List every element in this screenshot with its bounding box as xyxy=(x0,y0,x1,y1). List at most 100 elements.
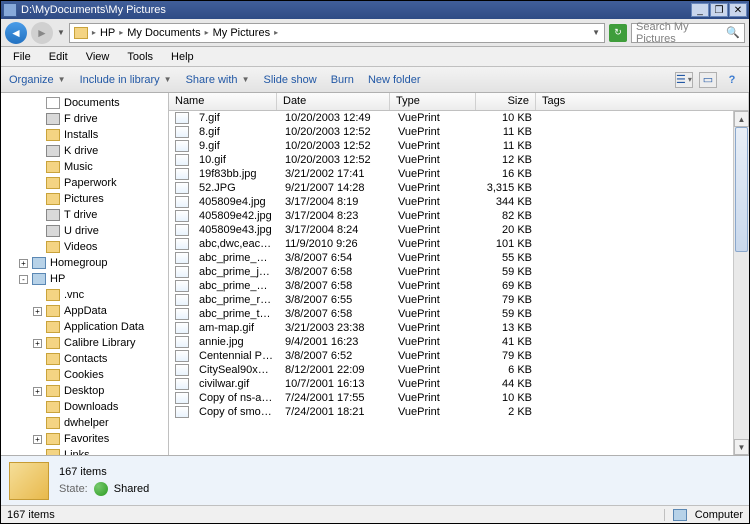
chevron-icon[interactable]: ▸ xyxy=(92,28,96,37)
organize-button[interactable]: Organize▼ xyxy=(9,74,66,86)
refresh-button[interactable]: ↻ xyxy=(609,24,627,42)
scroll-thumb[interactable] xyxy=(735,127,748,252)
slideshow-button[interactable]: Slide show xyxy=(263,74,316,86)
tree-node[interactable]: dwhelper xyxy=(1,415,168,431)
scrollbar[interactable]: ▲ ▼ xyxy=(733,111,749,455)
menu-edit[interactable]: Edit xyxy=(41,49,76,65)
expand-icon[interactable]: + xyxy=(33,307,42,316)
col-size[interactable]: Size xyxy=(476,93,536,110)
file-row[interactable]: abc_prime_road_070...3/8/2007 6:55VuePri… xyxy=(169,293,733,307)
tree-label: Downloads xyxy=(64,401,118,413)
tree-node[interactable]: +Homegroup xyxy=(1,255,168,271)
file-row[interactable]: CitySeal90x90.jpg8/12/2001 22:09VuePrint… xyxy=(169,363,733,377)
file-row[interactable]: annie.jpg9/4/2001 16:23VuePrint41 KB xyxy=(169,335,733,349)
file-row[interactable]: 405809e42.jpg3/17/2004 8:23VuePrint82 KB xyxy=(169,209,733,223)
tree-node[interactable]: Application Data xyxy=(1,319,168,335)
restore-button[interactable]: ❐ xyxy=(710,3,728,17)
minimize-button[interactable]: _ xyxy=(691,3,709,17)
tree-node[interactable]: Videos xyxy=(1,239,168,255)
chevron-icon[interactable]: ▸ xyxy=(274,28,278,37)
menu-view[interactable]: View xyxy=(78,49,118,65)
close-button[interactable]: ✕ xyxy=(729,3,747,17)
menu-help[interactable]: Help xyxy=(163,49,202,65)
expand-icon[interactable]: + xyxy=(19,259,28,268)
file-row[interactable]: abc_prime_table_07...3/8/2007 6:58VuePri… xyxy=(169,307,733,321)
col-type[interactable]: Type xyxy=(390,93,476,110)
breadcrumb-seg[interactable]: HP xyxy=(100,27,115,39)
tree-node[interactable]: Installs xyxy=(1,127,168,143)
scroll-down-button[interactable]: ▼ xyxy=(734,439,749,455)
tree-node[interactable]: .vnc xyxy=(1,287,168,303)
file-icon xyxy=(175,168,189,180)
folder-tree[interactable]: DocumentsF driveInstallsK driveMusicPape… xyxy=(1,93,169,455)
breadcrumb-seg[interactable]: My Documents xyxy=(127,27,200,39)
tree-node[interactable]: Documents xyxy=(1,95,168,111)
expand-icon[interactable]: - xyxy=(19,275,28,284)
file-row[interactable]: 52.JPG9/21/2007 14:28VuePrint3,315 KB xyxy=(169,181,733,195)
scroll-track[interactable] xyxy=(734,127,749,439)
file-row[interactable]: 7.gif10/20/2003 12:49VuePrint10 KB xyxy=(169,111,733,125)
tree-node[interactable]: Paperwork xyxy=(1,175,168,191)
menu-file[interactable]: File xyxy=(5,49,39,65)
tree-node[interactable]: Links xyxy=(1,447,168,455)
tree-node[interactable]: T drive xyxy=(1,207,168,223)
tree-node[interactable]: -HP xyxy=(1,271,168,287)
file-row[interactable]: 9.gif10/20/2003 12:52VuePrint11 KB xyxy=(169,139,733,153)
share-button[interactable]: Share with▼ xyxy=(186,74,250,86)
search-input[interactable]: Search My Pictures 🔍 xyxy=(631,23,745,43)
preview-pane-button[interactable]: ▭ xyxy=(699,72,717,88)
file-date: 3/8/2007 6:58 xyxy=(279,308,392,320)
tree-node[interactable]: U drive xyxy=(1,223,168,239)
file-row[interactable]: Copy of smokefreeico...7/24/2001 18:21Vu… xyxy=(169,405,733,419)
col-date[interactable]: Date xyxy=(277,93,390,110)
breadcrumb[interactable]: ▸ HP ▸ My Documents ▸ My Pictures ▸ ▼ xyxy=(69,23,605,43)
tree-node[interactable]: +AppData xyxy=(1,303,168,319)
file-row[interactable]: 405809e43.jpg3/17/2004 8:24VuePrint20 KB xyxy=(169,223,733,237)
file-row[interactable]: abc,dwc,eac.jpg11/9/2010 9:26VuePrint101… xyxy=(169,237,733,251)
view-mode-button[interactable]: ☰▾ xyxy=(675,72,693,88)
file-row[interactable]: Copy of ns-ani.gif7/24/2001 17:55VuePrin… xyxy=(169,391,733,405)
file-row[interactable]: Centennial Park.jpg3/8/2007 6:52VuePrint… xyxy=(169,349,733,363)
titlebar[interactable]: D:\MyDocuments\My Pictures _ ❐ ✕ xyxy=(1,1,749,19)
help-button[interactable]: ? xyxy=(723,72,741,88)
col-tags[interactable]: Tags xyxy=(536,93,749,110)
menu-tools[interactable]: Tools xyxy=(119,49,161,65)
newfolder-button[interactable]: New folder xyxy=(368,74,421,86)
file-row[interactable]: abc_prime_boy_0702...3/8/2007 6:54VuePri… xyxy=(169,251,733,265)
tree-node[interactable]: +Desktop xyxy=(1,383,168,399)
forward-button[interactable]: ► xyxy=(31,22,53,44)
file-row[interactable]: abc_prime_plaid_070...3/8/2007 6:58VuePr… xyxy=(169,279,733,293)
file-row[interactable]: 10.gif10/20/2003 12:52VuePrint12 KB xyxy=(169,153,733,167)
tree-node[interactable]: +Calibre Library xyxy=(1,335,168,351)
history-dropdown[interactable]: ▼ xyxy=(57,28,65,37)
tree-node[interactable]: Music xyxy=(1,159,168,175)
tree-node[interactable]: Pictures xyxy=(1,191,168,207)
chevron-icon[interactable]: ▸ xyxy=(205,28,209,37)
breadcrumb-seg[interactable]: My Pictures xyxy=(213,27,270,39)
expand-icon[interactable]: + xyxy=(33,435,42,444)
scroll-up-button[interactable]: ▲ xyxy=(734,111,749,127)
file-row[interactable]: 405809e4.jpg3/17/2004 8:19VuePrint344 KB xyxy=(169,195,733,209)
file-row[interactable]: 19f83bb.jpg3/21/2002 17:41VuePrint16 KB xyxy=(169,167,733,181)
file-rows[interactable]: 7.gif10/20/2003 12:49VuePrint10 KB8.gif1… xyxy=(169,111,733,455)
file-row[interactable]: abc_prime_john2_07...3/8/2007 6:58VuePri… xyxy=(169,265,733,279)
file-icon xyxy=(175,224,189,236)
chevron-icon[interactable]: ▸ xyxy=(119,28,123,37)
back-button[interactable]: ◄ xyxy=(5,22,27,44)
dropdown-icon[interactable]: ▼ xyxy=(592,28,600,37)
col-name[interactable]: Name xyxy=(169,93,277,110)
file-row[interactable]: civilwar.gif10/7/2001 16:13VuePrint44 KB xyxy=(169,377,733,391)
file-row[interactable]: 8.gif10/20/2003 12:52VuePrint11 KB xyxy=(169,125,733,139)
tree-node[interactable]: K drive xyxy=(1,143,168,159)
tree-node[interactable]: +Favorites xyxy=(1,431,168,447)
tree-node[interactable]: Cookies xyxy=(1,367,168,383)
file-size: 344 KB xyxy=(478,196,538,208)
file-row[interactable]: am-map.gif3/21/2003 23:38VuePrint13 KB xyxy=(169,321,733,335)
include-button[interactable]: Include in library▼ xyxy=(80,74,172,86)
tree-node[interactable]: Downloads xyxy=(1,399,168,415)
tree-node[interactable]: F drive xyxy=(1,111,168,127)
expand-icon[interactable]: + xyxy=(33,339,42,348)
expand-icon[interactable]: + xyxy=(33,387,42,396)
burn-button[interactable]: Burn xyxy=(331,74,354,86)
tree-node[interactable]: Contacts xyxy=(1,351,168,367)
